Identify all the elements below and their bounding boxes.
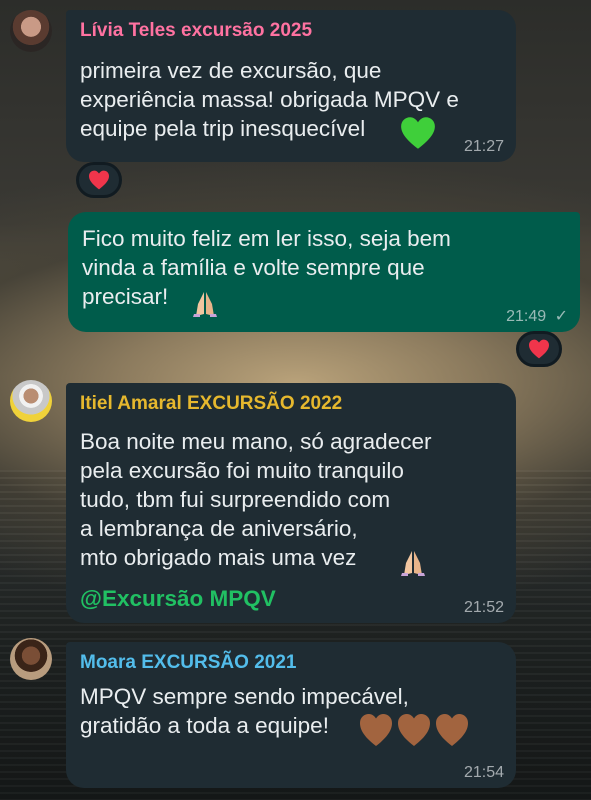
- avatar-moara[interactable]: [10, 638, 52, 680]
- brown-heart-emojis: [358, 712, 470, 753]
- message-text: Boa noite meu mano, só agradecer pela ex…: [80, 429, 432, 570]
- reaction-heart[interactable]: [76, 162, 122, 198]
- message-time: 21:49 ✓: [506, 308, 568, 325]
- green-heart-emoji: [400, 116, 436, 155]
- message-bubble-moara[interactable]: Moara EXCURSÃO 2021 MPQV sempre sendo im…: [66, 642, 516, 788]
- message-time: 21:27: [463, 138, 504, 155]
- folded-hands-emoji: [398, 547, 428, 582]
- folded-hands-emoji: [190, 288, 220, 323]
- avatar-livia[interactable]: [10, 10, 52, 52]
- sent-check-icon: ✓: [554, 308, 568, 325]
- message-bubble-itiel[interactable]: Itiel Amaral EXCURSÃO 2022 Boa noite meu…: [66, 383, 516, 623]
- red-heart-icon: [89, 170, 109, 190]
- red-heart-icon: [529, 339, 549, 359]
- message-bubble-outgoing[interactable]: Fico muito feliz em ler isso, seja bem v…: [68, 212, 580, 332]
- message-text: Fico muito feliz em ler isso, seja bem v…: [82, 226, 451, 309]
- message-time: 21:54: [463, 764, 504, 781]
- avatar-itiel[interactable]: [10, 380, 52, 422]
- sender-name[interactable]: Itiel Amaral EXCURSÃO 2022: [80, 393, 342, 415]
- mention-link[interactable]: @Excursão MPQV: [80, 586, 276, 612]
- sender-name[interactable]: Lívia Teles excursão 2025: [80, 20, 312, 42]
- reaction-heart[interactable]: [516, 331, 562, 367]
- message-time: 21:52: [463, 599, 504, 616]
- sender-name[interactable]: Moara EXCURSÃO 2021: [80, 652, 296, 674]
- message-bubble-livia[interactable]: Lívia Teles excursão 2025 primeira vez d…: [66, 10, 516, 162]
